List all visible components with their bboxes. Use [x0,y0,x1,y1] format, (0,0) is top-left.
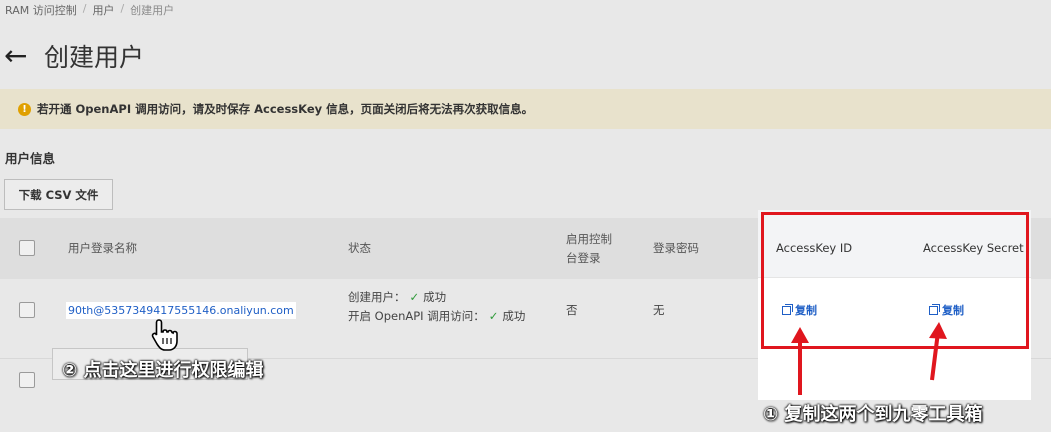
warning-text: 若开通 OpenAPI 调用访问，请及时保存 AccessKey 信息，页面关闭… [37,102,534,116]
download-csv-button[interactable]: 下载 CSV 文件 [4,179,113,210]
status-create-label: 创建用户： [348,290,406,304]
select-all-checkbox[interactable] [19,240,35,256]
console-login-cell: 否 [566,303,578,317]
section-title: 用户信息 [5,151,56,166]
header-console-login-2: 台登录 [566,251,601,265]
page-backdrop: RAM 访问控制 / 用户 / 创建用户 ← 创建用户 ! 若开通 OpenAP… [0,0,1051,432]
page-title: 创建用户 [44,43,145,72]
title-row: ← 创建用户 [4,38,144,74]
row-checkbox[interactable] [19,302,35,318]
breadcrumb: RAM 访问控制 / 用户 / 创建用户 [5,2,174,18]
status-api-label: 开启 OpenAPI 调用访问： [348,309,485,323]
annotation-step1: ① 复制这两个到九零工具箱 [763,404,983,425]
warning-banner: ! 若开通 OpenAPI 调用访问，请及时保存 AccessKey 信息，页面… [0,89,1051,129]
annotation-step2: ② 点击这里进行权限编辑 [62,360,264,381]
pointer-hand-icon [151,319,178,351]
password-cell: 无 [653,303,665,317]
breadcrumb-current: 创建用户 [130,4,175,17]
status-api-value: 成功 [502,309,526,323]
back-arrow-icon[interactable]: ← [4,41,34,71]
breadcrumb-users[interactable]: 用户 [92,2,114,18]
breadcrumb-separator: / [82,2,87,15]
header-login-name: 用户登录名称 [68,241,137,255]
header-password: 登录密码 [653,241,699,255]
warning-icon: ! [18,102,31,116]
breadcrumb-separator: / [120,2,125,15]
breadcrumb-root[interactable]: RAM 访问控制 [5,2,77,18]
row-checkbox[interactable] [19,372,35,388]
check-icon: ✓ [409,290,420,304]
user-login-name-link[interactable]: 90th@5357349417555146.onaliyun.com [66,302,296,319]
check-icon: ✓ [488,309,499,323]
header-console-login-1: 启用控制 [566,232,612,246]
status-cell: 创建用户： ✓ 成功 开启 OpenAPI 调用访问： ✓ 成功 [348,288,525,326]
header-status: 状态 [348,241,371,255]
status-create-value: 成功 [423,290,447,304]
annotation-arrow-icon [929,322,947,381]
annotation-arrow-icon [791,327,809,395]
